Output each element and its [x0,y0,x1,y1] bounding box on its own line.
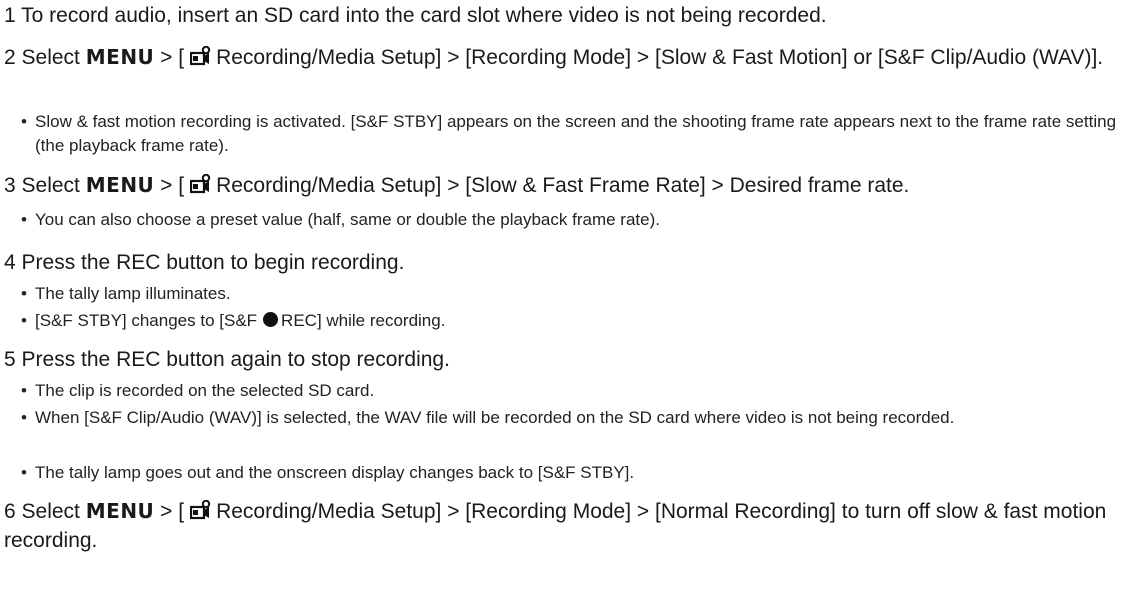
bullet-text: [S&F STBY] changes to [S&F [35,311,258,330]
bullet-text: When [S&F Clip/Audio (WAV)] is selected,… [35,408,955,427]
step-6: 6 Select MENU > [Recording/Media Setup] … [4,499,1107,552]
list-item: • When [S&F Clip/Audio (WAV)] is selected… [21,406,1142,430]
record-dot-icon [263,312,279,327]
step-text: Press the REC button to begin recording. [21,251,405,274]
step-text: Recording/Media Setup] > [Slow & Fast Fr… [216,174,910,197]
list-item: • The clip is recorded on the selected SD… [21,379,1142,403]
step-5: 5 Press the REC button again to stop rec… [4,346,1138,373]
menu-label: MENU [85,499,155,523]
step-3: 3 Select MENU > [Recording/Media Setup] … [4,172,1138,201]
bullet-icon: • [21,311,27,330]
step-number: 3 [4,174,16,197]
step-number: 2 [4,46,16,69]
camera-setup-icon [189,45,212,73]
list-item: • The tally lamp illuminates. [21,282,1142,306]
bullet-text: The tally lamp goes out and the onscreen… [35,463,635,482]
bullet-text: You can also choose a preset value (half… [35,210,660,229]
step-number: 1 [4,4,16,27]
menu-label: MENU [85,45,155,69]
bullet-text: Slow & fast motion recording is activate… [35,112,1117,155]
step-4: 4 Press the REC button to begin recordin… [4,249,1138,276]
step-text: Recording/Media Setup] > [Recording Mode… [216,46,1104,69]
step-number: 5 [4,348,16,371]
step-2: 2 Select MENU > [Recording/Media Setup] … [4,44,1114,73]
camera-setup-icon [189,173,212,201]
bullet-icon: • [21,381,27,400]
step-text: To record audio, insert an SD card into … [21,4,827,27]
list-item: • Slow & fast motion recording is activat… [21,110,1142,158]
bullet-text: The tally lamp illuminates. [35,284,231,303]
step-number: 6 [4,500,16,523]
camera-setup-icon [189,499,212,527]
step-number: 4 [4,251,16,274]
step-select-word: Select [21,500,80,523]
bullet-icon: • [21,112,27,131]
step-text: Press the REC button again to stop recor… [21,348,450,371]
bullet-icon: • [21,210,27,229]
bullet-icon: • [21,408,27,427]
menu-label: MENU [85,173,155,197]
step-select-word: Select [21,174,80,197]
list-item: • The tally lamp goes out and the onscree… [21,461,1142,485]
step-text: Recording/Media Setup] > [Recording Mode… [4,500,1107,552]
step-1: 1 To record audio, insert an SD card int… [4,2,1138,29]
list-item: • You can also choose a preset value (hal… [21,208,1142,232]
bullet-text: The clip is recorded on the selected SD … [35,381,375,400]
list-item: • [S&F STBY] changes to [S&F REC] while re… [21,309,1142,333]
step-select-word: Select [21,46,80,69]
bullet-icon: • [21,463,27,482]
bullet-text: REC] while recording. [281,311,446,330]
bullet-icon: • [21,284,27,303]
